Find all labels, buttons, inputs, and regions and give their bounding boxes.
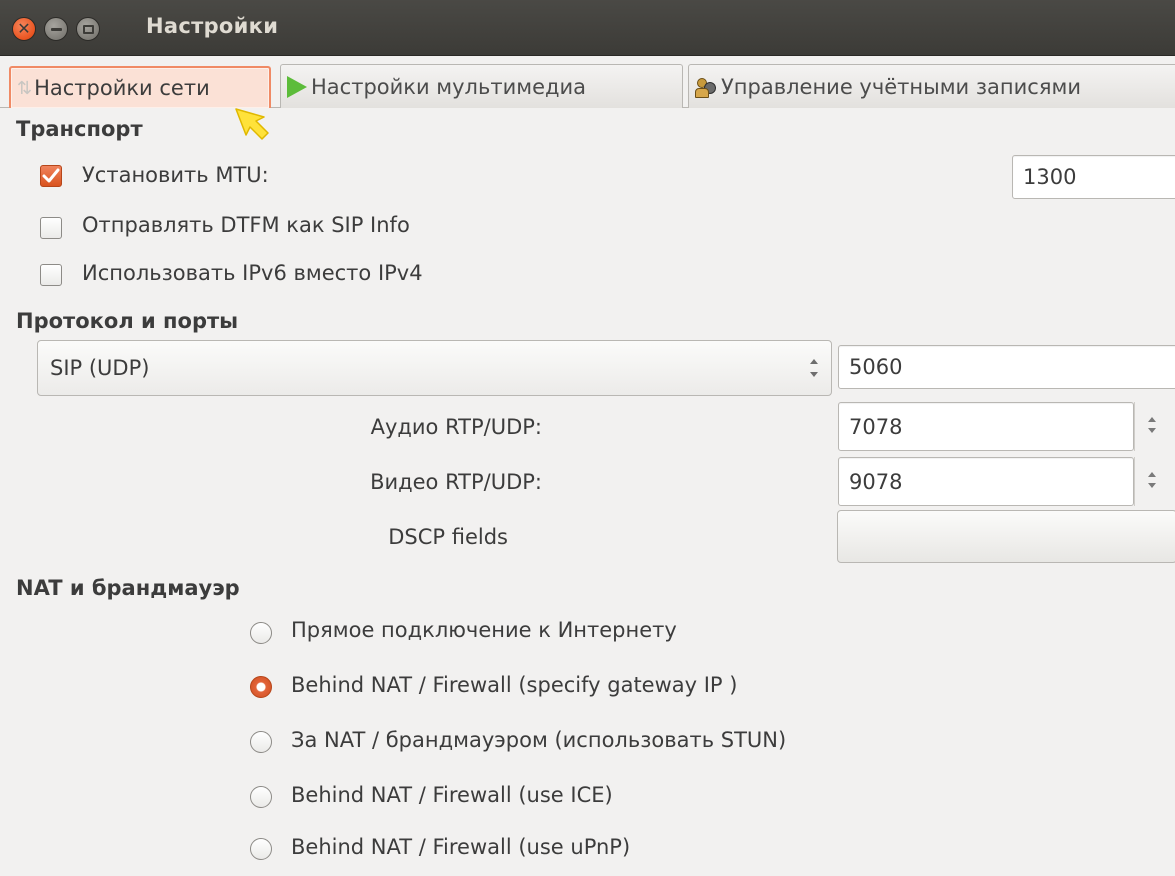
pointer-arrow-icon [235,108,269,140]
nat-heading: NAT и брандмауэр [16,576,240,600]
dscp-label: DSCP fields [388,525,508,549]
video-port-field[interactable]: 9078 [838,457,1134,506]
tab-label: Управление учётными записями [721,74,1081,99]
protocol-select[interactable]: SIP (UDP) [37,340,832,396]
radio-direct-connection[interactable] [250,622,272,644]
minimize-icon [50,27,62,31]
protocol-select-value: SIP (UDP) [50,356,150,380]
tab-multimedia-settings[interactable]: Настройки мультимедиа [280,64,683,108]
tab-label: Настройки мультимедиа [311,74,587,99]
transport-heading: Транспорт [16,117,143,141]
spin-arrows-icon [1148,472,1156,488]
checkmark-icon [42,168,60,183]
use-ipv6-checkbox[interactable] [40,264,62,286]
tab-network-settings[interactable]: ⇅ Настройки сети [9,66,271,108]
dscp-fields-button[interactable] [837,510,1175,563]
maximize-icon [82,24,94,34]
set-mtu-checkbox[interactable] [40,165,62,187]
mtu-field[interactable]: 1300 [1012,155,1175,199]
video-port-spinner[interactable] [1134,457,1168,506]
radio-nat-upnp-label: Behind NAT / Firewall (use uPnP) [291,835,631,859]
updown-icon [810,359,818,377]
window-title: Настройки [146,14,279,38]
accounts-icon [695,76,717,98]
video-rtp-label: Видео RTP/UDP: [370,470,542,494]
sip-port-field[interactable]: 5060 [838,345,1175,389]
dtmf-sip-info-checkbox[interactable] [40,217,62,239]
tab-bar: ⇅ Настройки сети Настройки мультимедиа У… [0,58,1175,108]
dtmf-sip-info-label: Отправлять DTFM как SIP Info [82,213,410,237]
arrows-icon: ⇅ [17,77,33,99]
spin-arrows-icon [1148,417,1156,433]
use-ipv6-label: Использовать IPv6 вместо IPv4 [82,261,423,285]
radio-nat-gateway-ip[interactable] [250,676,272,698]
radio-nat-ice[interactable] [250,786,272,808]
audio-port-spinner[interactable] [1134,402,1168,451]
radio-nat-gateway-ip-label: Behind NAT / Firewall (specify gateway I… [291,673,738,697]
protocol-heading: Протокол и порты [16,309,239,333]
close-window-button[interactable]: ✕ [12,17,36,41]
close-icon: ✕ [17,19,31,38]
radio-nat-upnp[interactable] [250,838,272,860]
radio-nat-stun-label: За NAT / брандмауэром (использовать STUN… [291,728,787,752]
tab-label: Настройки сети [34,76,210,100]
set-mtu-label: Установить MTU: [82,163,269,187]
audio-port-field[interactable]: 7078 [838,402,1134,451]
audio-rtp-label: Аудио RTP/UDP: [370,415,542,439]
play-icon [287,75,307,98]
minimize-window-button[interactable] [44,17,68,41]
maximize-window-button[interactable] [76,17,100,41]
radio-nat-ice-label: Behind NAT / Firewall (use ICE) [291,783,613,807]
radio-nat-stun[interactable] [250,731,272,753]
window-titlebar: ✕ Настройки [0,0,1175,56]
radio-direct-connection-label: Прямое подключение к Интернету [291,618,677,642]
tab-account-management[interactable]: Управление учётными записями [688,64,1175,108]
